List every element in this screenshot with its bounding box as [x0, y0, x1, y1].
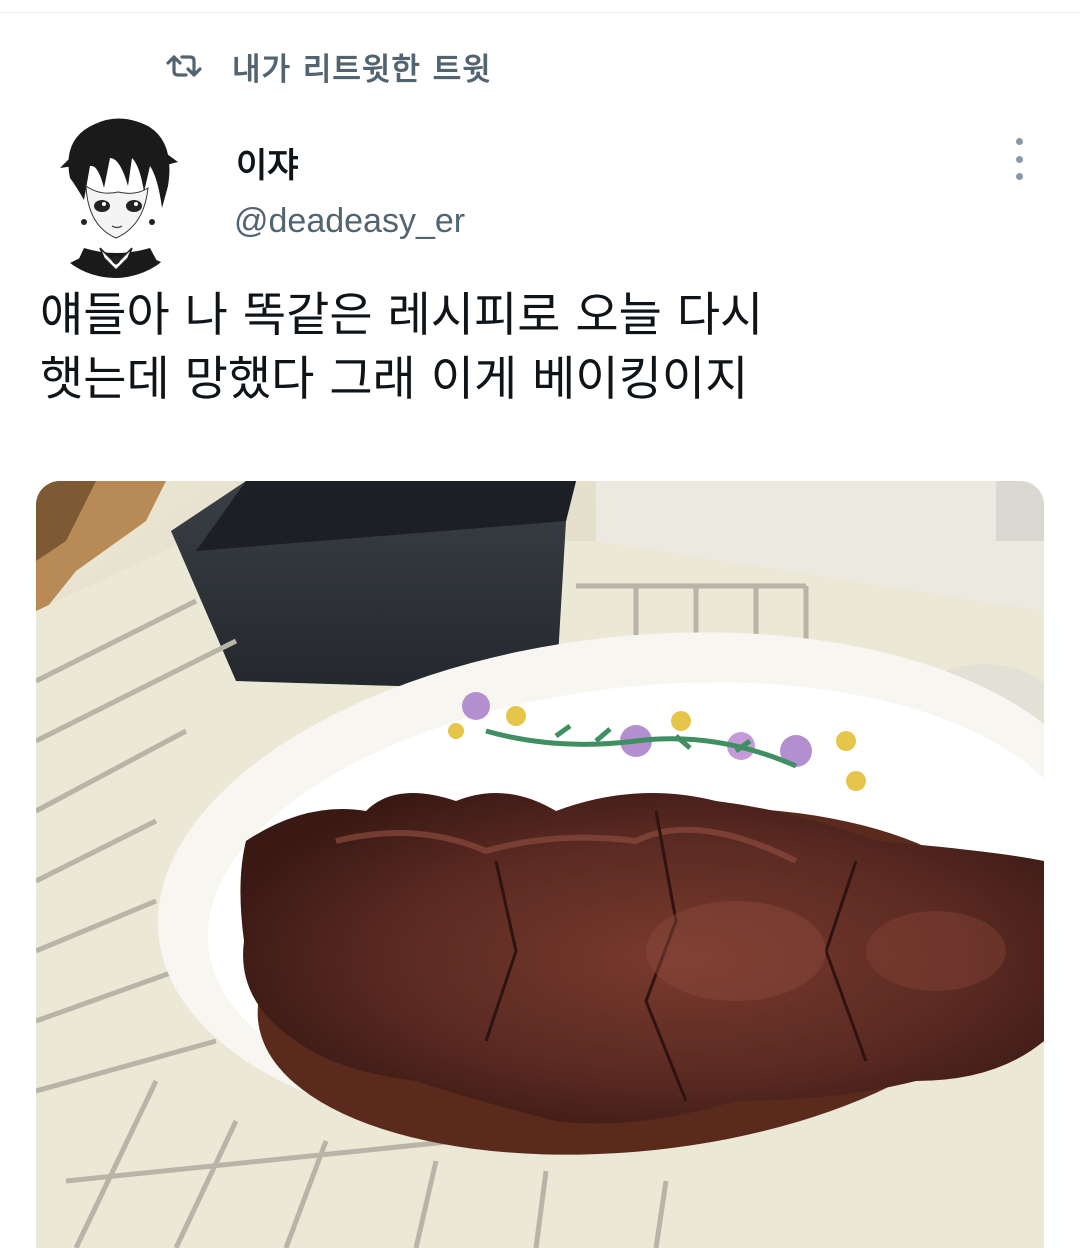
- more-dot: [1015, 138, 1023, 145]
- more-dot: [1015, 155, 1023, 163]
- tweet-text: 얘들아 나 똑같은 레시피로 오늘 다시 햇는데 망했다 그래 이게 베이킹이지: [40, 288, 764, 407]
- social-context[interactable]: 내가 리트윗한 트윗: [166, 46, 492, 88]
- retweet-icon: [166, 55, 202, 77]
- avatar[interactable]: [40, 108, 190, 278]
- author-display-name[interactable]: 이쟈: [236, 138, 299, 187]
- tweet-photo[interactable]: [36, 481, 1044, 1248]
- retweet-context-label: 내가 리트윗한 트윗: [232, 51, 492, 88]
- more-vertical-icon[interactable]: [1004, 138, 1034, 180]
- collapsed-chocolate-cake-photo: [36, 481, 1044, 1248]
- more-dot: [1015, 173, 1023, 180]
- author-handle[interactable]: @deadeasy_er: [234, 202, 465, 241]
- top-divider: [0, 12, 1080, 13]
